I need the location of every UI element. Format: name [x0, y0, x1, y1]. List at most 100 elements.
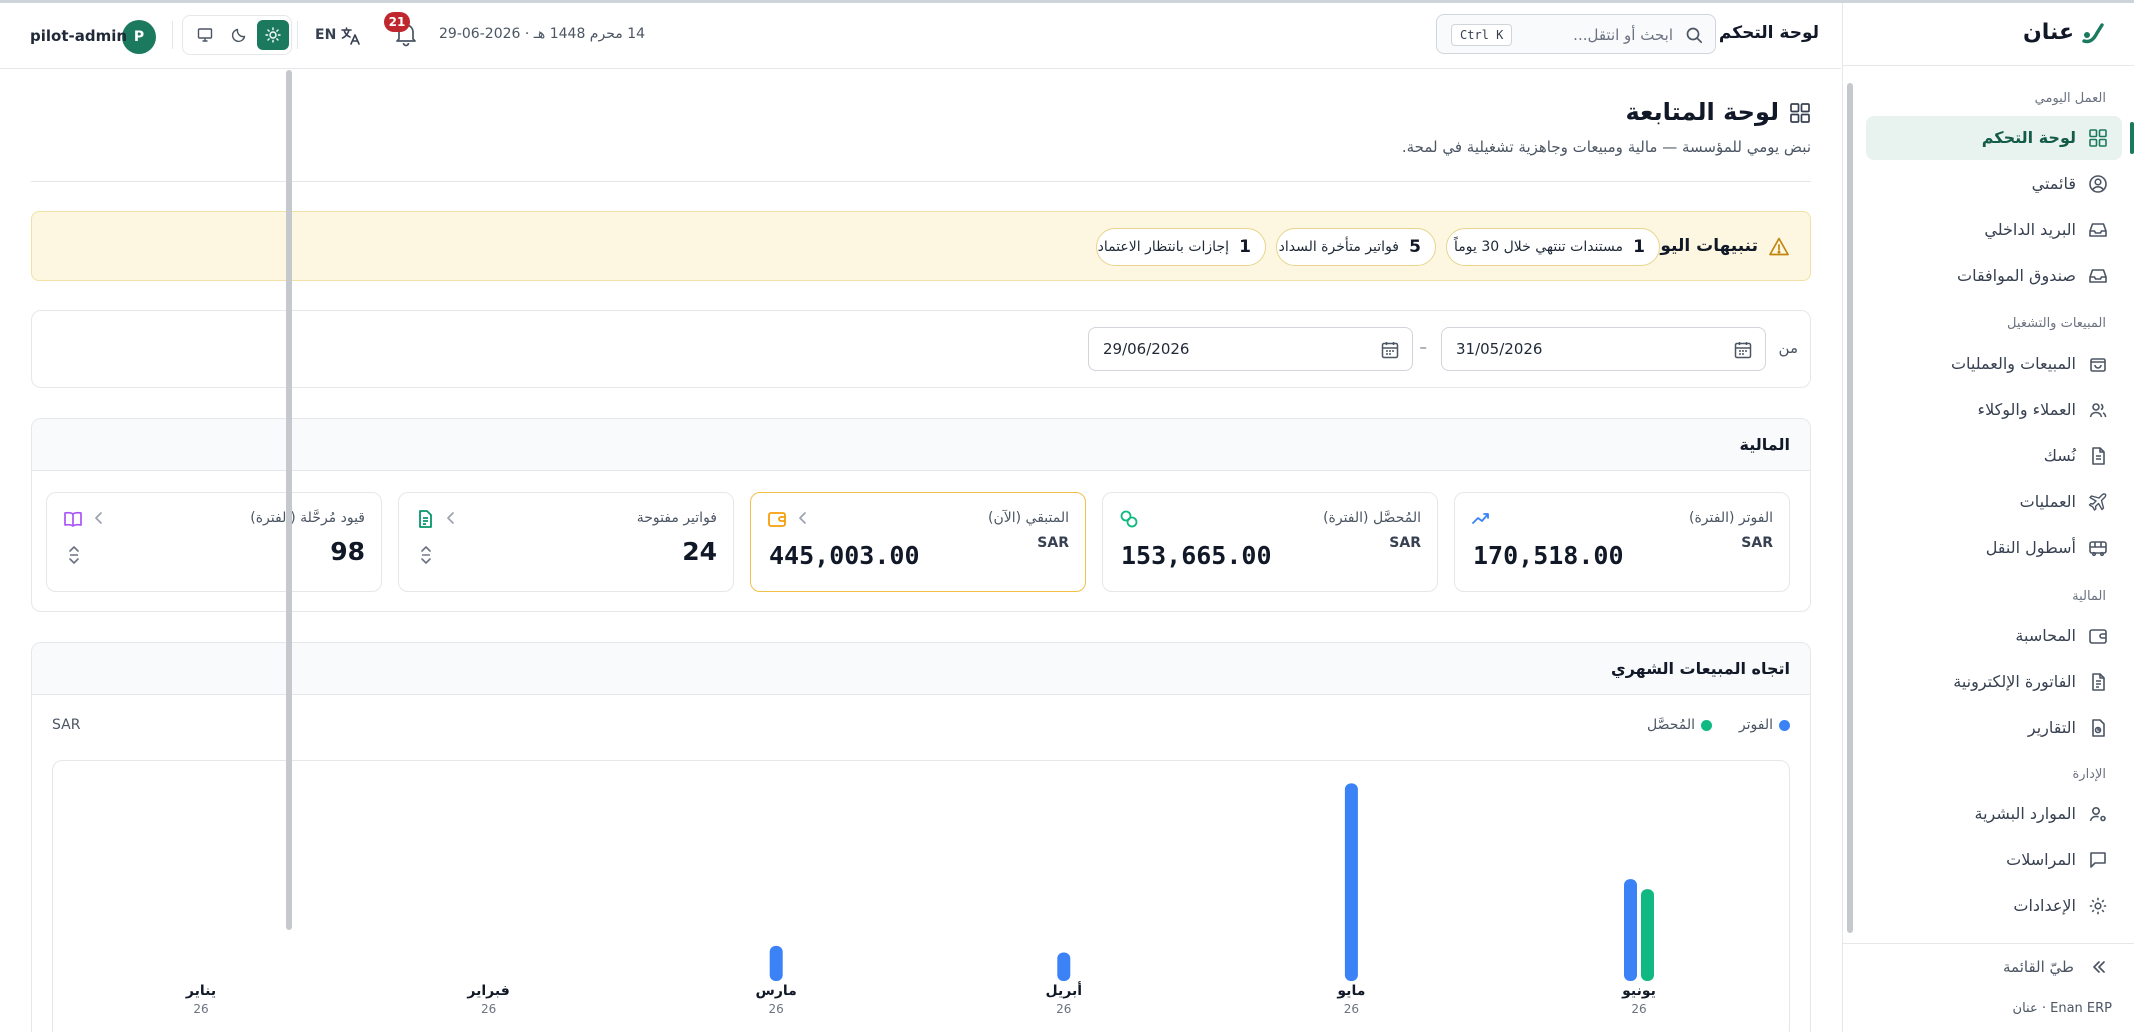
kpi-invoiced[interactable]: الفوتر (الفترة) SAR 170,518.00 — [1454, 492, 1790, 592]
kpi-value: 98 — [330, 537, 365, 566]
chart-bar[interactable] — [1624, 879, 1637, 981]
kpi-collected[interactable]: المُحصَّل (الفترة) SAR 153,665.00 — [1102, 492, 1438, 592]
from-date-input[interactable]: 31/05/2026 — [1441, 327, 1766, 371]
avatar[interactable]: P — [122, 20, 156, 54]
kpi-value: 445,003.00 — [769, 541, 920, 570]
sidebar-item-hr[interactable]: الموارد البشرية — [1866, 792, 2122, 836]
to-date-value: 29/06/2026 — [1103, 340, 1190, 358]
x-tick-sublabel: 26 — [481, 1002, 496, 1016]
search-shortcut: Ctrl K — [1451, 24, 1513, 46]
x-tick-label: يناير — [185, 983, 216, 999]
kpi-label: المُحصَّل (الفترة) — [1323, 510, 1421, 526]
chevron-left-icon — [799, 512, 806, 524]
theme-switcher — [182, 15, 292, 55]
calendar-icon — [1381, 342, 1399, 359]
sidebar-item-my-list[interactable]: قائمتي — [1866, 162, 2122, 206]
legend-item-invoiced[interactable]: الفوتر — [1739, 717, 1790, 733]
brand-logo-icon — [2082, 23, 2104, 44]
sidebar-item-customers[interactable]: العملاء والوكلاء — [1866, 388, 2122, 432]
theme-system-button[interactable] — [189, 20, 221, 50]
sidebar-item-label: المحاسبة — [2015, 626, 2076, 645]
book-icon — [64, 511, 82, 527]
page-scrollbar[interactable] — [286, 70, 292, 930]
sidebar-item-operations[interactable]: العمليات — [1866, 480, 2122, 524]
current-date: 14 محرم 1448 هـ · 2026-06-29 — [439, 26, 646, 42]
plane-icon — [2088, 493, 2107, 511]
kpi-posted-entries[interactable]: قيود مُرحَّلة (الفترة) 98 — [46, 492, 382, 592]
sidebar-item-fleet[interactable]: أسطول النقل — [1866, 526, 2122, 570]
card-header: اتجاه المبيعات الشهري — [32, 643, 1810, 695]
alert-pending-leaves[interactable]: 1 إجازات بانتظار الاعتماد — [1096, 228, 1266, 266]
sidebar-item-inbox[interactable]: البريد الداخلي — [1866, 208, 2122, 252]
topbar: لوحة التحكم ابحث أو انتقل... Ctrl K 14 م… — [0, 3, 1841, 69]
x-tick-label: فبراير — [466, 983, 509, 999]
sidebar-item-sales[interactable]: المبيعات والعمليات — [1866, 342, 2122, 386]
invoice-icon — [2092, 673, 2105, 691]
legend-item-collected[interactable]: المُحصَّل — [1647, 717, 1712, 733]
kpi-currency: SAR — [1037, 535, 1069, 551]
collapse-sidebar-button[interactable]: طيّ القائمة — [1842, 943, 2134, 989]
sidebar-item-label: المراسلات — [2006, 850, 2076, 869]
alert-count: 1 — [1633, 237, 1645, 257]
inbox-icon — [2089, 223, 2107, 237]
sidebar-item-dashboard[interactable]: لوحة التحكم — [1866, 116, 2134, 160]
alert-expiring-documents[interactable]: 1 مستندات تنتهي خلال 30 يوماً — [1446, 228, 1660, 266]
search-placeholder: ابحث أو انتقل... — [1573, 26, 1673, 44]
bar-chart: يناير 26 فبراير 26 مارس 26 أبريل 26 مايو 26 يونيو 2… — [185, 783, 1656, 1016]
brand-name: عنان — [2022, 20, 2074, 45]
sidebar-item-approvals[interactable]: صندوق الموافقات — [1866, 254, 2122, 298]
chart-bar[interactable] — [1057, 952, 1071, 982]
x-tick-sublabel: 26 — [769, 1002, 784, 1016]
sidebar-item-nusuk[interactable]: نُسك — [1866, 434, 2122, 478]
x-tick-sublabel: 26 — [193, 1002, 208, 1016]
chart-bar[interactable] — [1344, 783, 1358, 981]
document-icon — [2092, 447, 2105, 465]
translate-icon[interactable] — [340, 25, 362, 47]
alert-label: إجازات بانتظار الاعتماد — [1097, 239, 1229, 255]
page-title: لوحة المتابعة — [1625, 98, 1779, 126]
kpi-outstanding[interactable]: المتبقي (الآن) SAR 445,003.00 — [750, 492, 1086, 592]
nav-section-daily: العمل اليومي — [2034, 91, 2106, 106]
sidebar-item-messages[interactable]: المراسلات — [1866, 838, 2122, 882]
theme-light-button[interactable] — [257, 20, 289, 50]
alert-overdue-invoices[interactable]: 5 فواتير متأخرة السداد — [1276, 228, 1436, 266]
finance-card: المالية الفوتر (الفترة) SAR 170,518.00 ا… — [31, 418, 1811, 612]
kpi-value: 170,518.00 — [1473, 541, 1624, 570]
kpi-label: فواتير مفتوحة — [636, 510, 717, 526]
bus-icon — [2089, 541, 2107, 557]
to-date-input[interactable]: 29/06/2026 — [1088, 327, 1413, 371]
sidebar-item-accounting[interactable]: المحاسبة — [1866, 614, 2122, 658]
date-range-filter: من 31/05/2026 – 29/06/2026 — [31, 310, 1811, 388]
sidebar-item-settings[interactable]: الإعدادات — [1866, 884, 2122, 928]
user-name[interactable]: pilot-admin — [30, 27, 127, 45]
search-input[interactable]: ابحث أو انتقل... Ctrl K — [1436, 14, 1716, 54]
legend-swatch — [1779, 719, 1790, 731]
from-label: من — [1778, 339, 1798, 357]
sales-trend-card: اتجاه المبيعات الشهري الفوتر المُحصَّل S… — [31, 642, 1811, 1032]
nav-section-admin: الإدارة — [2072, 767, 2106, 782]
sidebar-item-label: الإعدادات — [2013, 896, 2076, 915]
theme-dark-button[interactable] — [223, 20, 255, 50]
kpi-open-invoices[interactable]: فواتير مفتوحة 24 — [398, 492, 734, 592]
user-circle-icon — [2089, 175, 2107, 193]
dashboard-icon — [1790, 103, 1810, 123]
language-toggle[interactable]: EN — [315, 27, 336, 43]
x-tick-label: يونيو — [1621, 983, 1656, 999]
sidebar-item-label: المبيعات والعمليات — [1950, 354, 2076, 373]
chart-bar[interactable] — [1641, 889, 1654, 981]
kpi-value: 24 — [682, 537, 717, 566]
sort-icon — [421, 546, 431, 564]
sidebar-scrollbar[interactable] — [1847, 83, 1853, 933]
coins-icon — [1120, 510, 1138, 528]
calendar-icon — [1734, 342, 1752, 359]
chart-bar[interactable] — [769, 945, 783, 981]
brand[interactable]: عنان — [1842, 3, 2134, 66]
approvals-icon — [2089, 269, 2107, 283]
sidebar-item-einvoice[interactable]: الفاتورة الإلكترونية — [1866, 660, 2122, 704]
divider — [172, 21, 173, 49]
breadcrumb: لوحة التحكم — [1718, 23, 1819, 43]
chevron-left-icon — [447, 512, 454, 524]
sidebar-item-reports[interactable]: التقارير — [1866, 706, 2122, 750]
users-icon — [2089, 403, 2107, 418]
divider — [297, 21, 298, 49]
